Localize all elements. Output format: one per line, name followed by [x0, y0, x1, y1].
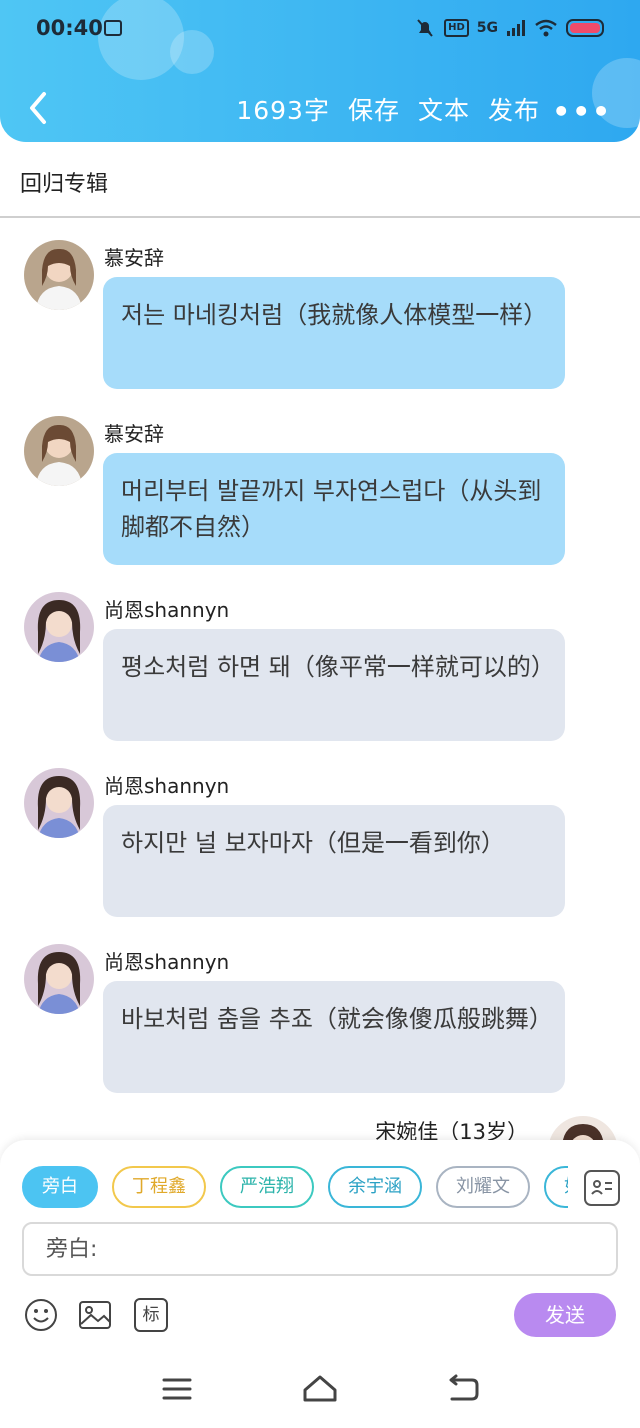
- network-label: 5G: [476, 20, 498, 36]
- avatar-girl-icon: [24, 240, 94, 310]
- image-icon: [79, 1301, 111, 1329]
- text-button[interactable]: 文本: [418, 91, 470, 127]
- speaker-name: 尚恩shannyn: [104, 774, 230, 798]
- avatar[interactable]: [24, 592, 94, 662]
- menu-icon[interactable]: [162, 1376, 192, 1402]
- battery-icon: [566, 19, 604, 37]
- emoji-button[interactable]: [24, 1298, 58, 1332]
- role-chip[interactable]: 丁程鑫: [112, 1166, 206, 1208]
- role-chip[interactable]: 余宇涵: [328, 1166, 422, 1208]
- image-button[interactable]: [78, 1298, 112, 1332]
- save-button[interactable]: 保存: [348, 91, 400, 127]
- avatar[interactable]: [24, 768, 94, 838]
- message-item: 尚恩shannyn 평소처럼 하면 돼（像平常一样就可以的）: [0, 592, 640, 752]
- role-chip-list: 旁白 丁程鑫 严浩翔 余宇涵 刘耀文 如: [22, 1166, 568, 1210]
- role-chip[interactable]: 如: [544, 1166, 568, 1208]
- message-item: 尚恩shannyn 바보처럼 춤을 추죠（就会像傻瓜般跳舞）: [0, 944, 640, 1104]
- decor-bubble: [170, 30, 214, 74]
- top-header: 00:40 HD 5G 1693字 保存 文本 发布 •••: [0, 0, 640, 142]
- mute-bell-icon: [417, 19, 433, 37]
- decor-bubble: [98, 0, 184, 80]
- compose-panel: 旁白 丁程鑫 严浩翔 余宇涵 刘耀文 如: [0, 1140, 640, 1354]
- avatar-girl-icon: [24, 416, 94, 486]
- word-count: 1693字: [236, 96, 330, 125]
- publish-button[interactable]: 发布: [488, 91, 540, 127]
- battery-level: [570, 23, 600, 33]
- tag-button[interactable]: 标: [134, 1298, 168, 1332]
- role-chip[interactable]: 刘耀文: [436, 1166, 530, 1208]
- status-time: 00:40: [36, 16, 103, 40]
- message-bubble[interactable]: 평소처럼 하면 돼（像平常一样就可以的）: [103, 629, 565, 741]
- signal-icon: [507, 20, 525, 36]
- album-bar[interactable]: 回归专辑: [0, 142, 640, 218]
- message-input-wrapper: [22, 1222, 618, 1276]
- screen-record-icon: [104, 20, 122, 36]
- system-nav-bar: [0, 1354, 640, 1428]
- avatar[interactable]: [24, 944, 94, 1014]
- avatar-girl-icon: [24, 592, 94, 662]
- status-icons: HD 5G: [414, 17, 604, 39]
- role-chip[interactable]: 严浩翔: [220, 1166, 314, 1208]
- avatar[interactable]: [24, 240, 94, 310]
- role-manage-button[interactable]: [584, 1170, 620, 1206]
- speaker-name: 尚恩shannyn: [104, 598, 230, 622]
- message-item: 慕安辞 머리부터 발끝까지 부자연스럽다（从头到脚都不自然）: [0, 416, 640, 576]
- speaker-name: 慕安辞: [104, 246, 164, 270]
- message-bubble[interactable]: 바보처럼 춤을 추죠（就会像傻瓜般跳舞）: [103, 981, 565, 1093]
- back-nav-icon[interactable]: [446, 1374, 480, 1404]
- app-root: 00:40 HD 5G 1693字 保存 文本 发布 ••• 回归专辑 慕安辞 …: [0, 0, 640, 1428]
- header-actions: 1693字 保存 文本 发布: [236, 91, 540, 127]
- send-button[interactable]: 发送: [514, 1293, 616, 1337]
- message-bubble[interactable]: 하지만 널 보자마자（但是一看到你）: [103, 805, 565, 917]
- message-item: 尚恩shannyn 하지만 널 보자마자（但是一看到你）: [0, 768, 640, 928]
- avatar[interactable]: [24, 416, 94, 486]
- avatar-girl-icon: [24, 944, 94, 1014]
- home-icon[interactable]: [302, 1374, 338, 1404]
- role-chip-narration[interactable]: 旁白: [22, 1166, 98, 1208]
- speaker-name: 慕安辞: [104, 422, 164, 446]
- chevron-left-icon: [30, 92, 46, 124]
- contact-card-icon: [591, 1180, 612, 1195]
- more-menu-button[interactable]: •••: [552, 95, 612, 128]
- message-bubble[interactable]: 머리부터 발끝까지 부자연스럽다（从头到脚都不自然）: [103, 453, 565, 565]
- message-item: 慕安辞 저는 마네킹처럼（我就像人体模型一样）: [0, 240, 640, 400]
- back-button[interactable]: [22, 88, 56, 128]
- wifi-icon: [535, 19, 557, 37]
- avatar-girl-icon: [24, 768, 94, 838]
- smiley-icon: [25, 1299, 57, 1331]
- message-bubble[interactable]: 저는 마네킹처럼（我就像人体模型一样）: [103, 277, 565, 389]
- message-input[interactable]: [24, 1224, 616, 1274]
- album-title: 回归专辑: [20, 172, 109, 197]
- speaker-name: 尚恩shannyn: [104, 950, 230, 974]
- hd-icon: HD: [444, 19, 469, 37]
